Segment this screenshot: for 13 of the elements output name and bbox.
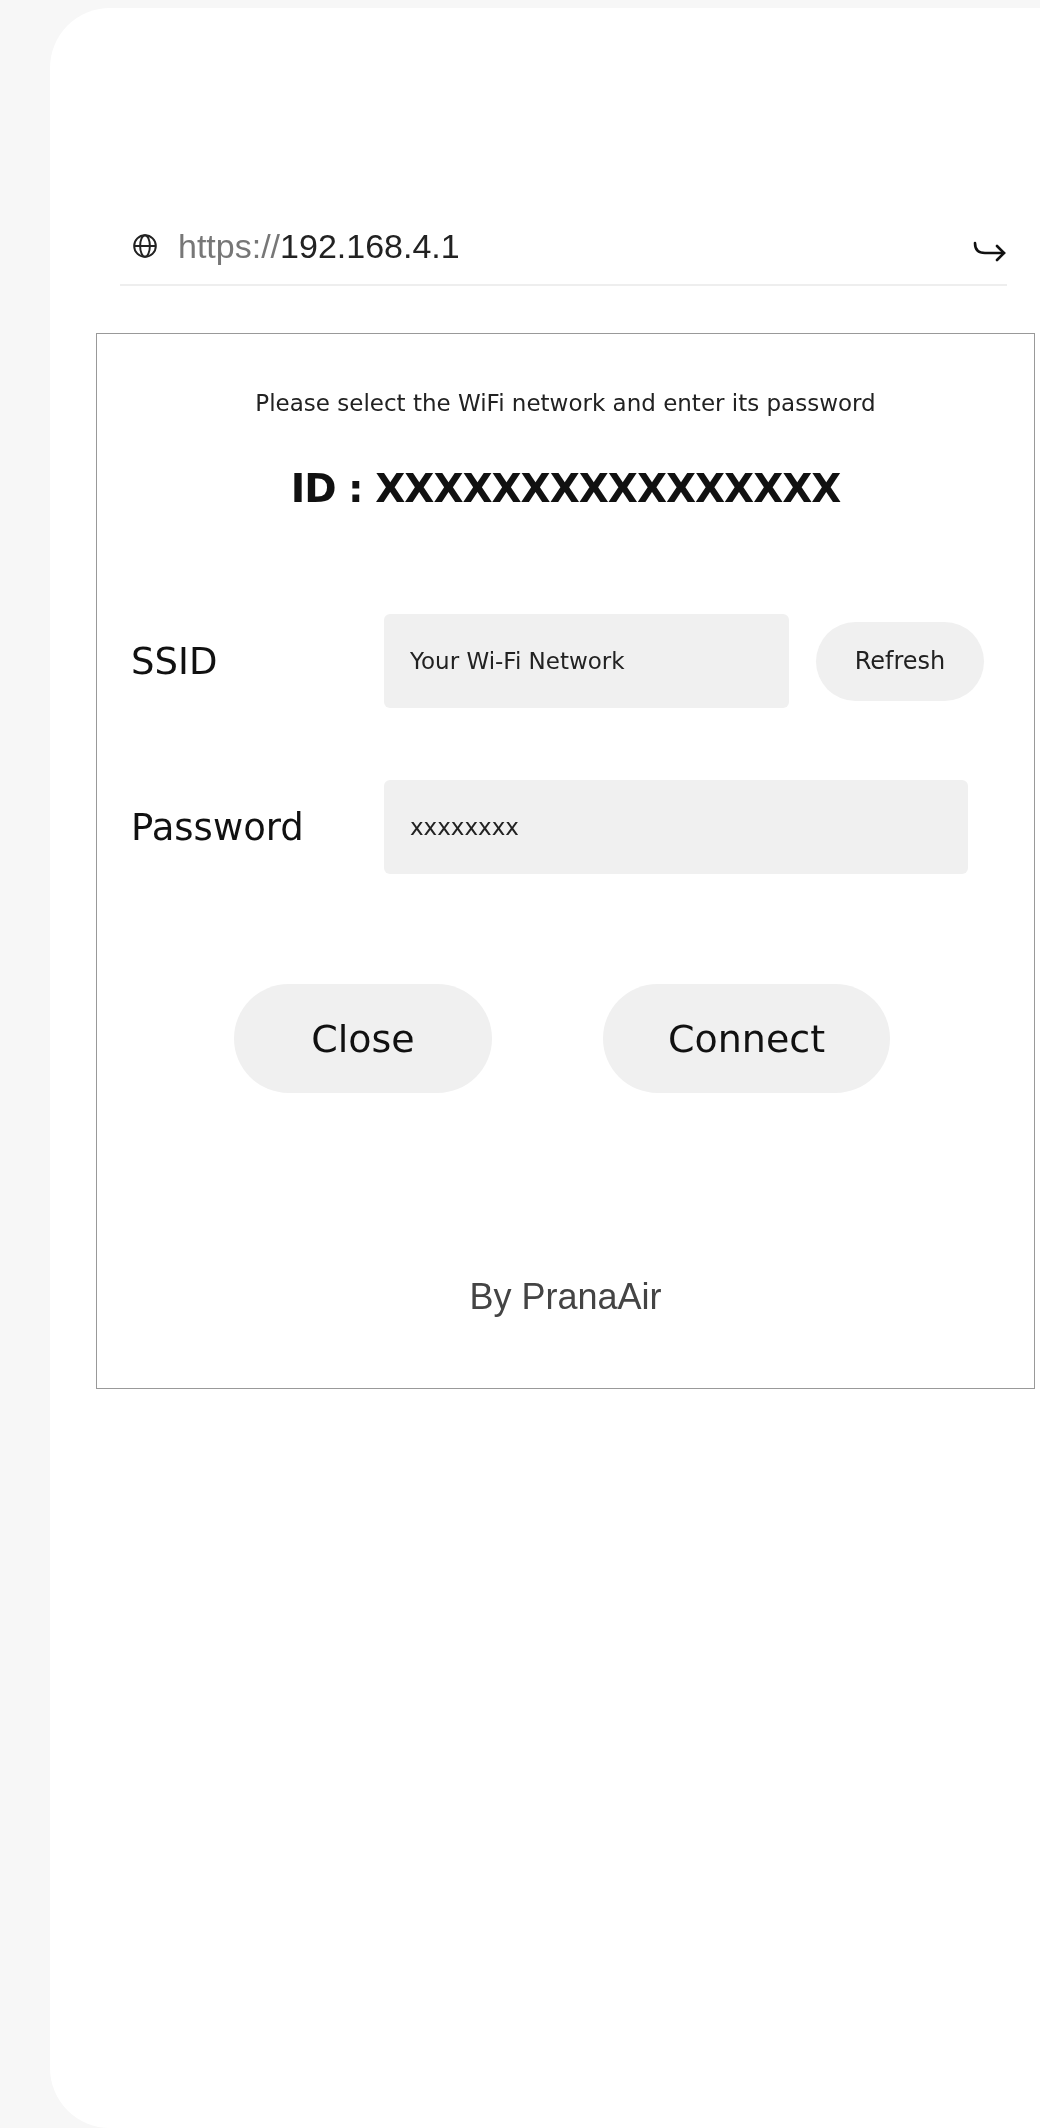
redirect-arrow-icon[interactable] <box>973 239 1007 263</box>
input-field[interactable]: xxxxxxxx <box>384 780 968 874</box>
field-label: Password <box>131 805 305 849</box>
url-text[interactable]: https://192.168.4.1 <box>178 226 460 266</box>
globe-icon <box>132 233 158 259</box>
connect-button[interactable]: Connect <box>603 984 890 1093</box>
input-field[interactable]: Your Wi-Fi Network <box>384 614 789 708</box>
field-label: SSID <box>131 639 219 683</box>
refresh-button[interactable]: Refresh <box>816 621 984 701</box>
footer-text: By PranaAir <box>468 1276 663 1318</box>
close-button[interactable]: Close <box>234 984 492 1093</box>
device-id-text: ID : XXXXXXXXXXXXXXXX <box>289 466 842 511</box>
instruction-text: Please select the WiFi network and enter its password <box>254 390 877 416</box>
